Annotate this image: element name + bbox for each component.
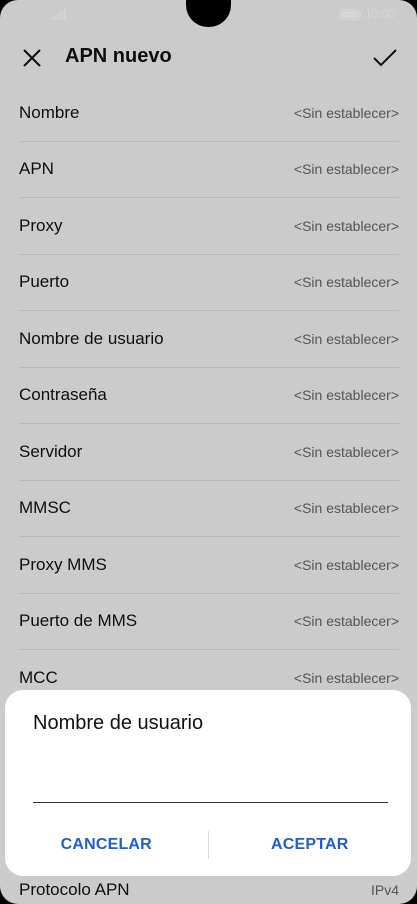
field-value: <Sin establecer> <box>293 161 399 178</box>
field-value: <Sin establecer> <box>293 330 399 347</box>
field-label: Nombre <box>19 102 80 122</box>
field-apn[interactable]: APN <Sin establecer> <box>19 142 399 198</box>
status-time: 10:00 <box>364 7 395 21</box>
dialog-title: Nombre de usuario <box>33 712 204 734</box>
username-input[interactable] <box>33 760 388 803</box>
check-icon <box>373 49 397 67</box>
field-value: <Sin establecer> <box>293 669 399 686</box>
field-value: <Sin establecer> <box>293 613 399 630</box>
apn-settings-list: Nombre <Sin establecer> APN <Sin estable… <box>0 85 417 706</box>
field-label: Proxy MMS <box>19 554 107 574</box>
field-mmsc[interactable]: MMSC <Sin establecer> <box>19 481 399 537</box>
field-proxy[interactable]: Proxy <Sin establecer> <box>19 198 399 255</box>
field-puerto[interactable]: Puerto <Sin establecer> <box>19 255 399 311</box>
field-value: <Sin establecer> <box>293 274 399 291</box>
field-label: MCC <box>19 667 58 687</box>
signal-icon <box>52 8 66 20</box>
field-proxy-mms[interactable]: Proxy MMS <Sin establecer> <box>19 537 399 594</box>
field-puerto-de-mms[interactable]: Puerto de MMS <Sin establecer> <box>19 594 399 650</box>
field-label: Protocolo APN <box>19 880 130 899</box>
phone-screen: 10:00 APN nuevo Nombre <Sin establecer> … <box>0 0 417 904</box>
status-bar: 10:00 <box>0 0 417 30</box>
cancel-button[interactable]: CANCELAR <box>5 830 208 860</box>
field-value: IPv4 <box>370 882 399 898</box>
field-label: Proxy <box>19 215 63 235</box>
accept-button[interactable]: ACEPTAR <box>209 830 412 860</box>
camera-notch <box>186 0 231 27</box>
field-label: Nombre de usuario <box>19 328 164 348</box>
status-right: 10:00 <box>338 7 395 21</box>
field-label: Contraseña <box>19 385 107 405</box>
field-servidor[interactable]: Servidor <Sin establecer> <box>19 424 399 481</box>
field-label: Servidor <box>19 441 83 461</box>
save-button[interactable] <box>367 40 403 76</box>
field-nombre[interactable]: Nombre <Sin establecer> <box>19 85 399 142</box>
field-label: Puerto de MMS <box>19 611 138 631</box>
field-protocolo-apn[interactable]: Protocolo APN IPv4 <box>19 876 399 904</box>
field-label: MMSC <box>19 498 71 518</box>
field-label: APN <box>19 159 54 179</box>
field-value: <Sin establecer> <box>293 387 399 404</box>
dialog-actions: CANCELAR ACEPTAR <box>5 830 411 860</box>
field-value: <Sin establecer> <box>293 104 399 121</box>
field-contrasena[interactable]: Contraseña <Sin establecer> <box>19 368 399 424</box>
field-label: Puerto <box>19 272 70 292</box>
page-title: APN nuevo <box>65 45 172 67</box>
top-toolbar: APN nuevo <box>0 30 417 84</box>
field-value: <Sin establecer> <box>293 443 399 460</box>
field-nombre-de-usuario[interactable]: Nombre de usuario <Sin establecer> <box>19 311 399 368</box>
field-value: <Sin establecer> <box>293 556 399 573</box>
username-dialog: Nombre de usuario CANCELAR ACEPTAR <box>5 690 411 876</box>
close-button[interactable] <box>14 40 50 76</box>
battery-icon <box>338 8 361 20</box>
field-value: <Sin establecer> <box>293 500 399 517</box>
close-icon <box>23 49 41 67</box>
field-value: <Sin establecer> <box>293 217 399 234</box>
